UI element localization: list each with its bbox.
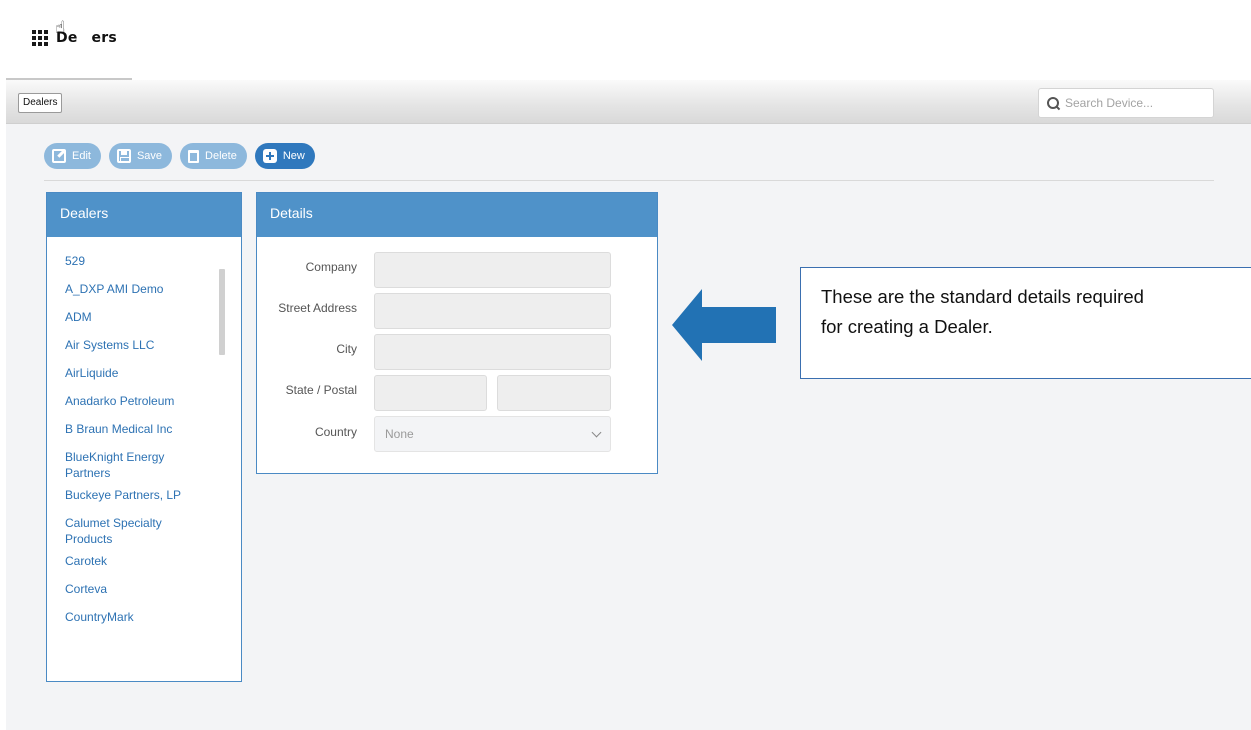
state-field[interactable] — [374, 375, 487, 411]
save-icon — [116, 149, 131, 163]
left-arrow-icon — [672, 289, 776, 361]
search-icon — [1047, 97, 1059, 109]
delete-label: Delete — [205, 150, 237, 162]
dealer-item[interactable]: 529 — [65, 253, 205, 269]
dealer-item[interactable]: BlueKnight Energy Partners — [65, 449, 205, 481]
dealer-item[interactable]: ADM — [65, 309, 205, 325]
dealer-item[interactable]: CountryMark — [65, 609, 205, 625]
trash-icon — [188, 149, 200, 163]
city-label: City — [336, 342, 357, 356]
country-label: Country — [314, 425, 357, 439]
dealer-list: 529 A_DXP AMI Demo ADM Air Systems LLC A… — [47, 237, 241, 625]
toolbar: Edit Save Delete New — [44, 143, 315, 169]
new-button[interactable]: New — [254, 143, 315, 169]
plus-icon — [262, 149, 277, 163]
breadcrumb[interactable]: Dealers — [18, 93, 63, 113]
company-field[interactable] — [374, 252, 611, 288]
country-select[interactable]: None — [374, 416, 611, 452]
dealer-item[interactable]: Air Systems LLC — [65, 337, 205, 353]
dealers-panel: Dealers 529 A_DXP AMI Demo ADM Air Syste… — [46, 192, 242, 682]
hand-cursor-icon: ☝ — [55, 18, 66, 38]
callout-box: These are the standard details required … — [800, 267, 1251, 379]
dealer-item[interactable]: AirLiquide — [65, 365, 205, 381]
dealer-item[interactable]: Buckeye Partners, LP — [65, 487, 205, 503]
new-label: New — [282, 150, 305, 162]
edit-button[interactable]: Edit — [44, 143, 101, 169]
edit-label: Edit — [72, 150, 91, 162]
save-button[interactable]: Save — [108, 143, 173, 169]
save-label: Save — [136, 150, 163, 162]
app-title: De ers — [32, 30, 117, 46]
callout-line-1: These are the standard details required — [821, 286, 1144, 307]
delete-button[interactable]: Delete — [180, 143, 247, 169]
postal-field[interactable] — [497, 375, 611, 411]
dealer-item[interactable]: Carotek — [65, 553, 205, 569]
dealers-panel-title: Dealers — [47, 193, 241, 237]
dealer-item[interactable]: Anadarko Petroleum — [65, 393, 205, 409]
country-select-value: None — [385, 427, 414, 441]
dealer-item[interactable]: Corteva — [65, 581, 205, 597]
search-input[interactable]: Search Device... — [1065, 96, 1153, 110]
scrollbar-thumb[interactable] — [219, 269, 225, 355]
callout-line-2: for creating a Dealer. — [821, 316, 993, 337]
dealer-item[interactable]: A_DXP AMI Demo — [65, 281, 205, 297]
details-panel-title: Details — [257, 193, 657, 237]
divider — [44, 180, 1214, 181]
search-box[interactable]: Search Device... — [1038, 88, 1214, 118]
details-panel: Details Company Street Address City Stat… — [256, 192, 658, 474]
edit-icon — [52, 149, 66, 163]
apps-grid-icon[interactable] — [32, 30, 48, 46]
street-address-field[interactable] — [374, 293, 611, 329]
callout-text: These are the standard details required … — [821, 282, 1251, 342]
chevron-down-icon — [591, 427, 602, 438]
dealer-item[interactable]: B Braun Medical Inc — [65, 421, 205, 437]
state-postal-label: State / Postal — [285, 383, 357, 397]
street-address-label: Street Address — [278, 301, 357, 315]
company-label: Company — [305, 260, 357, 274]
top-bar: De ers ☝ — [0, 0, 1251, 80]
dealer-item[interactable]: Calumet Specialty Products — [65, 515, 205, 547]
city-field[interactable] — [374, 334, 611, 370]
